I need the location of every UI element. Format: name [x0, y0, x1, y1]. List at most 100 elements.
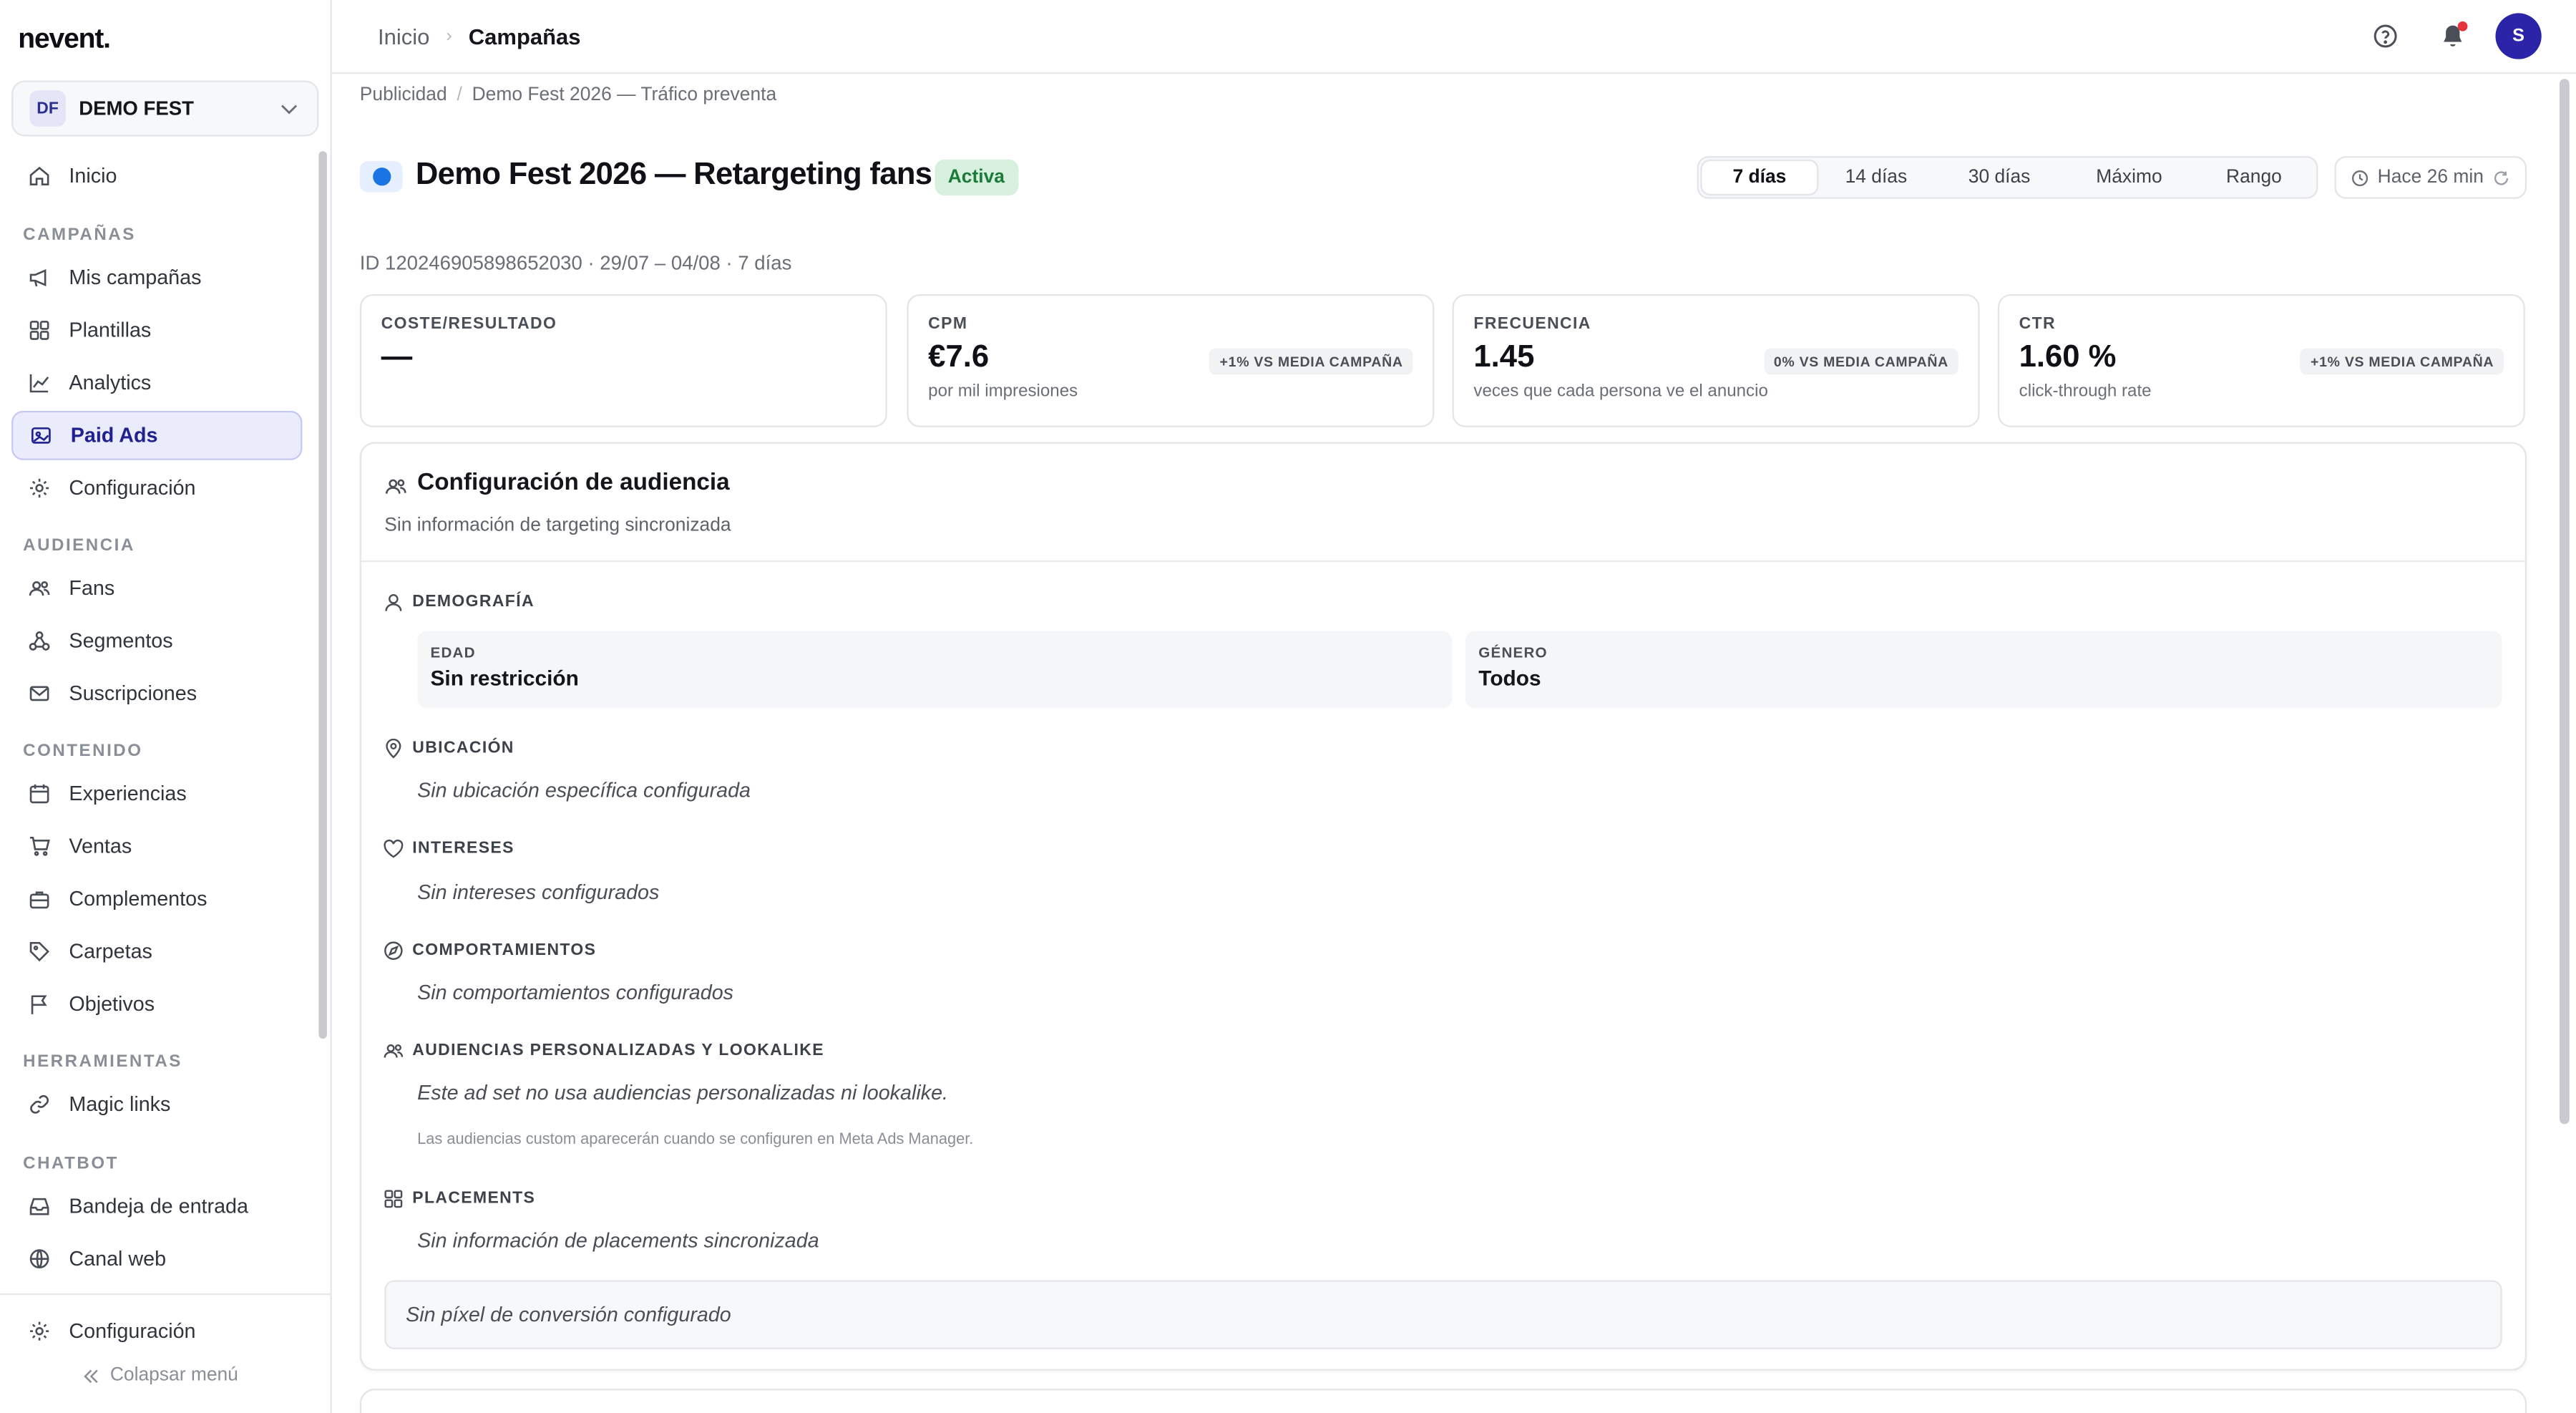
- sub-breadcrumb-campaign[interactable]: Demo Fest 2026 — Tráfico preventa: [472, 85, 777, 105]
- sidebar-item-folders[interactable]: Carpetas: [11, 927, 302, 976]
- sidebar-item-analytics[interactable]: Analytics: [11, 359, 302, 408]
- sidebar: nevent. DF DEMO FEST Inicio CAMPAÑAS Mis…: [0, 0, 332, 1413]
- section-demography-label: DEMOGRAFÍA: [412, 593, 535, 612]
- section-custom-audiences-label: AUDIENCIAS PERSONALIZADAS Y LOOKALIKE: [412, 1041, 824, 1060]
- period-option-max[interactable]: Máximo: [2064, 161, 2195, 194]
- panel-title: Configuración de audiencia: [417, 470, 730, 497]
- kpi-delta-badge: 0% VS MEDIA CAMPAÑA: [1764, 348, 1958, 375]
- briefcase-icon: [29, 891, 49, 909]
- collapse-menu-button[interactable]: Colapsar menú: [82, 1365, 238, 1386]
- field-label: GÉNERO: [1478, 644, 1548, 661]
- location-empty-text: Sin ubicación específica configurada: [417, 779, 751, 802]
- period-option-14d[interactable]: 14 días: [1817, 161, 1935, 194]
- sidebar-item-magic-links[interactable]: Magic links: [11, 1079, 302, 1129]
- kpi-card-cost-result: COSTE/RESULTADO —: [359, 293, 887, 427]
- grid-icon: [384, 1190, 403, 1208]
- sidebar-item-label: Fans: [69, 576, 115, 601]
- period-option-range[interactable]: Rango: [2195, 161, 2313, 194]
- sidebar-item-label: Plantillas: [69, 319, 152, 342]
- last-updated-button[interactable]: Hace 26 min: [2334, 156, 2527, 199]
- kpi-label: FRECUENCIA: [1473, 315, 1591, 334]
- kpi-card-ctr: CTR 1.60 % click-through rate +1% VS MED…: [1997, 293, 2525, 427]
- section-audience: AUDIENCIA: [23, 535, 135, 556]
- line-chart-icon: [29, 374, 49, 393]
- panel-subtitle: Sin información de targeting sincronizad…: [384, 515, 731, 536]
- audience-config-panel: Configuración de audiencia Sin informaci…: [359, 442, 2527, 1371]
- refresh-icon: [2494, 170, 2508, 185]
- sidebar-item-label: Bandeja de entrada: [69, 1195, 248, 1218]
- sidebar-item-subscriptions[interactable]: Suscripciones: [11, 669, 302, 718]
- kpi-label: CPM: [928, 315, 968, 334]
- sidebar-item-label: Suscripciones: [69, 681, 197, 705]
- sidebar-item-inbox[interactable]: Bandeja de entrada: [11, 1182, 302, 1231]
- sidebar-item-segments[interactable]: Segmentos: [11, 616, 302, 666]
- org-name: DEMO FEST: [79, 97, 194, 120]
- user-avatar[interactable]: S: [2495, 13, 2542, 59]
- mail-icon: [29, 686, 49, 701]
- facebook-platform-badge: [359, 160, 403, 193]
- link-icon: [30, 1094, 49, 1114]
- chevron-down-icon: [281, 105, 298, 115]
- kpi-label: CTR: [2019, 315, 2056, 334]
- sidebar-item-home[interactable]: Inicio: [11, 151, 302, 200]
- gear-icon: [30, 1321, 49, 1341]
- chevrons-left-icon: [84, 1369, 98, 1382]
- sidebar-item-label: Magic links: [69, 1092, 171, 1116]
- last-updated-label: Hace 26 min: [2377, 167, 2484, 188]
- home-icon: [29, 166, 49, 186]
- sidebar-item-label: Ventas: [69, 835, 132, 858]
- kpi-value: —: [381, 340, 413, 375]
- section-content: CONTENIDO: [23, 741, 143, 762]
- segments-icon: [29, 631, 50, 651]
- section-interests-label: INTERESES: [412, 840, 514, 858]
- sidebar-item-campaign-config[interactable]: Configuración: [11, 463, 302, 513]
- behaviors-empty-text: Sin comportamientos configurados: [417, 981, 734, 1004]
- map-pin-icon: [386, 738, 401, 759]
- section-behaviors-label: COMPORTAMIENTOS: [412, 941, 597, 960]
- sidebar-item-fans[interactable]: Fans: [11, 563, 302, 613]
- sidebar-item-label: Experiencias: [69, 782, 187, 805]
- sidebar-item-experiences[interactable]: Experiencias: [11, 769, 302, 818]
- facebook-icon: [372, 167, 391, 186]
- kpi-subtitle: veces que cada persona ve el anuncio: [1473, 381, 1768, 402]
- gender-field: GÉNERO Todos: [1465, 631, 2502, 709]
- sidebar-item-templates[interactable]: Plantillas: [11, 306, 302, 355]
- period-option-30d[interactable]: 30 días: [1936, 161, 2064, 194]
- kpi-delta-badge: +1% VS MEDIA CAMPAÑA: [2301, 348, 2504, 375]
- sidebar-item-sales[interactable]: Ventas: [11, 822, 302, 871]
- org-switcher[interactable]: DF DEMO FEST: [11, 80, 319, 137]
- sub-breadcrumb: Publicidad / Demo Fest 2026 — Tráfico prev…: [360, 85, 776, 105]
- age-field: EDAD Sin restricción: [417, 631, 1453, 709]
- kpi-card-frequency: FRECUENCIA 1.45 veces que cada persona v…: [1452, 293, 1980, 427]
- period-option-7d[interactable]: 7 días: [1702, 160, 1818, 194]
- sidebar-item-settings[interactable]: Configuración: [11, 1306, 302, 1356]
- org-badge: DF: [29, 90, 66, 127]
- collapse-menu-label: Colapsar menú: [109, 1365, 238, 1386]
- sidebar-item-web-channel[interactable]: Canal web: [11, 1234, 302, 1283]
- help-icon[interactable]: [2372, 23, 2399, 49]
- sidebar-item-goals[interactable]: Objetivos: [11, 979, 302, 1029]
- section-chatbot: CHATBOT: [23, 1153, 119, 1174]
- sidebar-item-label: Inicio: [69, 164, 117, 188]
- breadcrumb-home[interactable]: Inicio: [378, 24, 429, 48]
- inbox-icon: [29, 1198, 49, 1215]
- custom-audiences-note: Las audiencias custom aparecerán cuando …: [417, 1130, 974, 1149]
- sub-breadcrumb-root[interactable]: Publicidad: [360, 85, 447, 105]
- heart-icon: [384, 839, 404, 858]
- interests-empty-text: Sin intereses configurados: [417, 880, 660, 904]
- sidebar-item-my-campaigns[interactable]: Mis campañas: [11, 253, 302, 303]
- sub-breadcrumb-separator: /: [457, 85, 462, 105]
- app-logo[interactable]: nevent.: [18, 23, 111, 56]
- sidebar-scrollbar[interactable]: [318, 151, 327, 1039]
- next-panel-edge: [359, 1389, 2527, 1413]
- breadcrumb-current: Campañas: [468, 24, 581, 49]
- sidebar-item-label: Paid Ads: [70, 424, 158, 447]
- main-scrollbar[interactable]: [2560, 79, 2570, 1125]
- campaign-meta: ID 120246905898652030 · 29/07 – 04/08 · …: [359, 251, 792, 275]
- sidebar-item-label: Segmentos: [69, 629, 173, 653]
- sidebar-item-label: Analytics: [69, 371, 152, 395]
- sidebar-item-paid-ads[interactable]: Paid Ads: [11, 410, 303, 460]
- period-selector: 7 días 14 días 30 días Máximo Rango: [1697, 156, 2318, 199]
- sidebar-item-addons[interactable]: Complementos: [11, 874, 302, 923]
- kpi-card-cpm: CPM €7.6 por mil impresiones +1% VS MEDI…: [907, 293, 1435, 427]
